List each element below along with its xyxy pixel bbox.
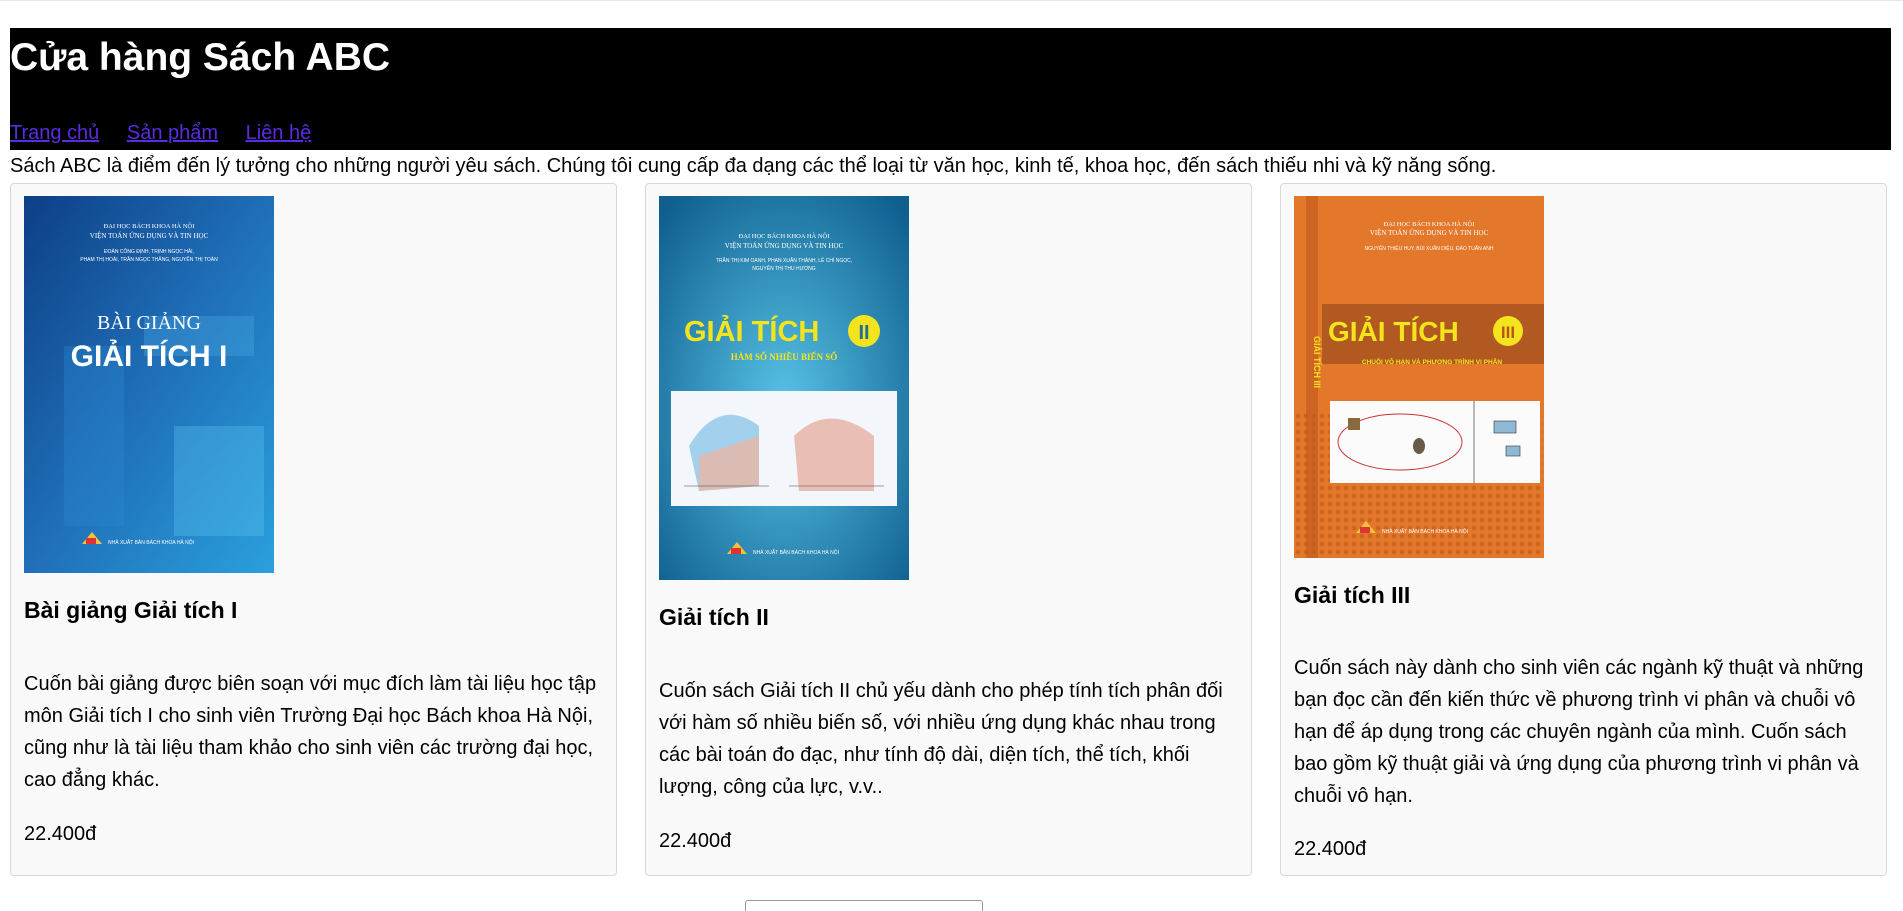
product-grid: ĐẠI HỌC BÁCH KHOA HÀ NỘI VIỆN TOÁN ỨNG D… [10, 183, 1891, 878]
cover-kicker: BÀI GIẢNG [97, 311, 201, 334]
product-price: 22.400đ [24, 823, 97, 845]
cover-publisher: NHÀ XUẤT BẢN BÁCH KHOA HÀ NỘI [753, 549, 839, 556]
cover-authors-line: ĐOÀN CÔNG ĐỊNH, TRỊNH NGỌC HẢI, [104, 248, 194, 255]
nav-link-home[interactable]: Trang chủ [10, 122, 99, 144]
cover-big-title: GIẢI TÍCH [684, 314, 819, 348]
product-card: ĐẠI HỌC BÁCH KHOA HÀ NỘI VIỆN TOÁN ỨNG D… [645, 183, 1252, 876]
product-price: 22.400đ [659, 830, 732, 852]
product-title[interactable]: Bài giảng Giải tích I [24, 596, 237, 624]
cover-authors-line: TRẦN THỊ KIM OANH, PHAN XUÂN THÀNH, LÊ C… [716, 256, 852, 264]
product-price: 22.400đ [1294, 838, 1367, 860]
cover-authors-line: PHẠM THỊ HOÀI, TRẦN NGỌC THĂNG, NGUYỄN T… [80, 256, 218, 263]
cover-university: ĐẠI HỌC BÁCH KHOA HÀ NỘI [104, 222, 195, 230]
site-header: Cửa hàng Sách ABC Trang chủ Sản phẩm Liê… [10, 28, 1891, 150]
cover-big-title: GIẢI TÍCH I [71, 339, 228, 373]
product-description: Cuốn sách Giải tích II chủ yếu dành cho … [659, 680, 1223, 798]
cover-publisher: NHÀ XUẤT BẢN BÁCH KHOA HÀ NỘI [1382, 528, 1468, 535]
product-title[interactable]: Giải tích III [1294, 581, 1410, 609]
cover-subtitle: CHUỖI VÔ HẠN VÀ PHƯƠNG TRÌNH VI PHÂN [1362, 357, 1503, 366]
cover-numeral: III [1501, 323, 1515, 342]
cover-authors-line: NGUYỄN THIỆU HUY, BÙI XUÂN DIỆU, ĐÀO TUẤ… [1365, 244, 1494, 252]
book-cover-image: ĐẠI HỌC BÁCH KHOA HÀ NỘI VIỆN TOÁN ỨNG D… [24, 196, 274, 573]
product-card: GIẢI TÍCH III ĐẠI HỌC BÁCH KHOA HÀ NỘI V… [1280, 183, 1887, 876]
nav-link-products[interactable]: Sản phẩm [127, 122, 218, 144]
cover-spine-title: GIẢI TÍCH III [1312, 336, 1323, 388]
cover-subtitle: HÀM SỐ NHIỀU BIẾN SỐ [731, 352, 838, 362]
cover-numeral: II [858, 322, 869, 344]
main-nav: Trang chủ Sản phẩm Liên hệ [10, 121, 333, 145]
product-title[interactable]: Giải tích II [659, 603, 769, 631]
cover-institute: VIỆN TOÁN ỨNG DỤNG VÀ TIN HỌC [1370, 229, 1489, 237]
pagination-control[interactable] [745, 900, 983, 911]
cover-authors-line: NGUYỄN THỊ THU HƯƠNG [752, 265, 815, 272]
book-cover-image: ĐẠI HỌC BÁCH KHOA HÀ NỘI VIỆN TOÁN ỨNG D… [659, 196, 909, 580]
site-title: Cửa hàng Sách ABC [10, 36, 391, 79]
book-cover-image: GIẢI TÍCH III ĐẠI HỌC BÁCH KHOA HÀ NỘI V… [1294, 196, 1544, 558]
cover-illustration [1330, 401, 1540, 483]
cover-institute: VIỆN TOÁN ỨNG DỤNG VÀ TIN HỌC [90, 232, 209, 240]
cover-institute: VIỆN TOÁN ỨNG DỤNG VÀ TIN HỌC [725, 242, 844, 250]
cover-university: ĐẠI HỌC BÁCH KHOA HÀ NỘI [1384, 220, 1475, 228]
product-description: Cuốn sách này dành cho sinh viên các ngà… [1294, 657, 1864, 807]
product-description: Cuốn bài giảng được biên soạn với mục đí… [24, 673, 597, 791]
product-card: ĐẠI HỌC BÁCH KHOA HÀ NỘI VIỆN TOÁN ỨNG D… [10, 183, 617, 876]
cover-university: ĐẠI HỌC BÁCH KHOA HÀ NỘI [739, 232, 830, 240]
cover-publisher: NHÀ XUẤT BẢN BÁCH KHOA HÀ NỘI [108, 539, 194, 546]
nav-link-contact[interactable]: Liên hệ [246, 122, 312, 144]
cover-big-title: GIẢI TÍCH [1328, 315, 1459, 347]
top-rule [0, 0, 1903, 1]
intro-text: Sách ABC là điểm đến lý tưởng cho những … [10, 155, 1497, 177]
